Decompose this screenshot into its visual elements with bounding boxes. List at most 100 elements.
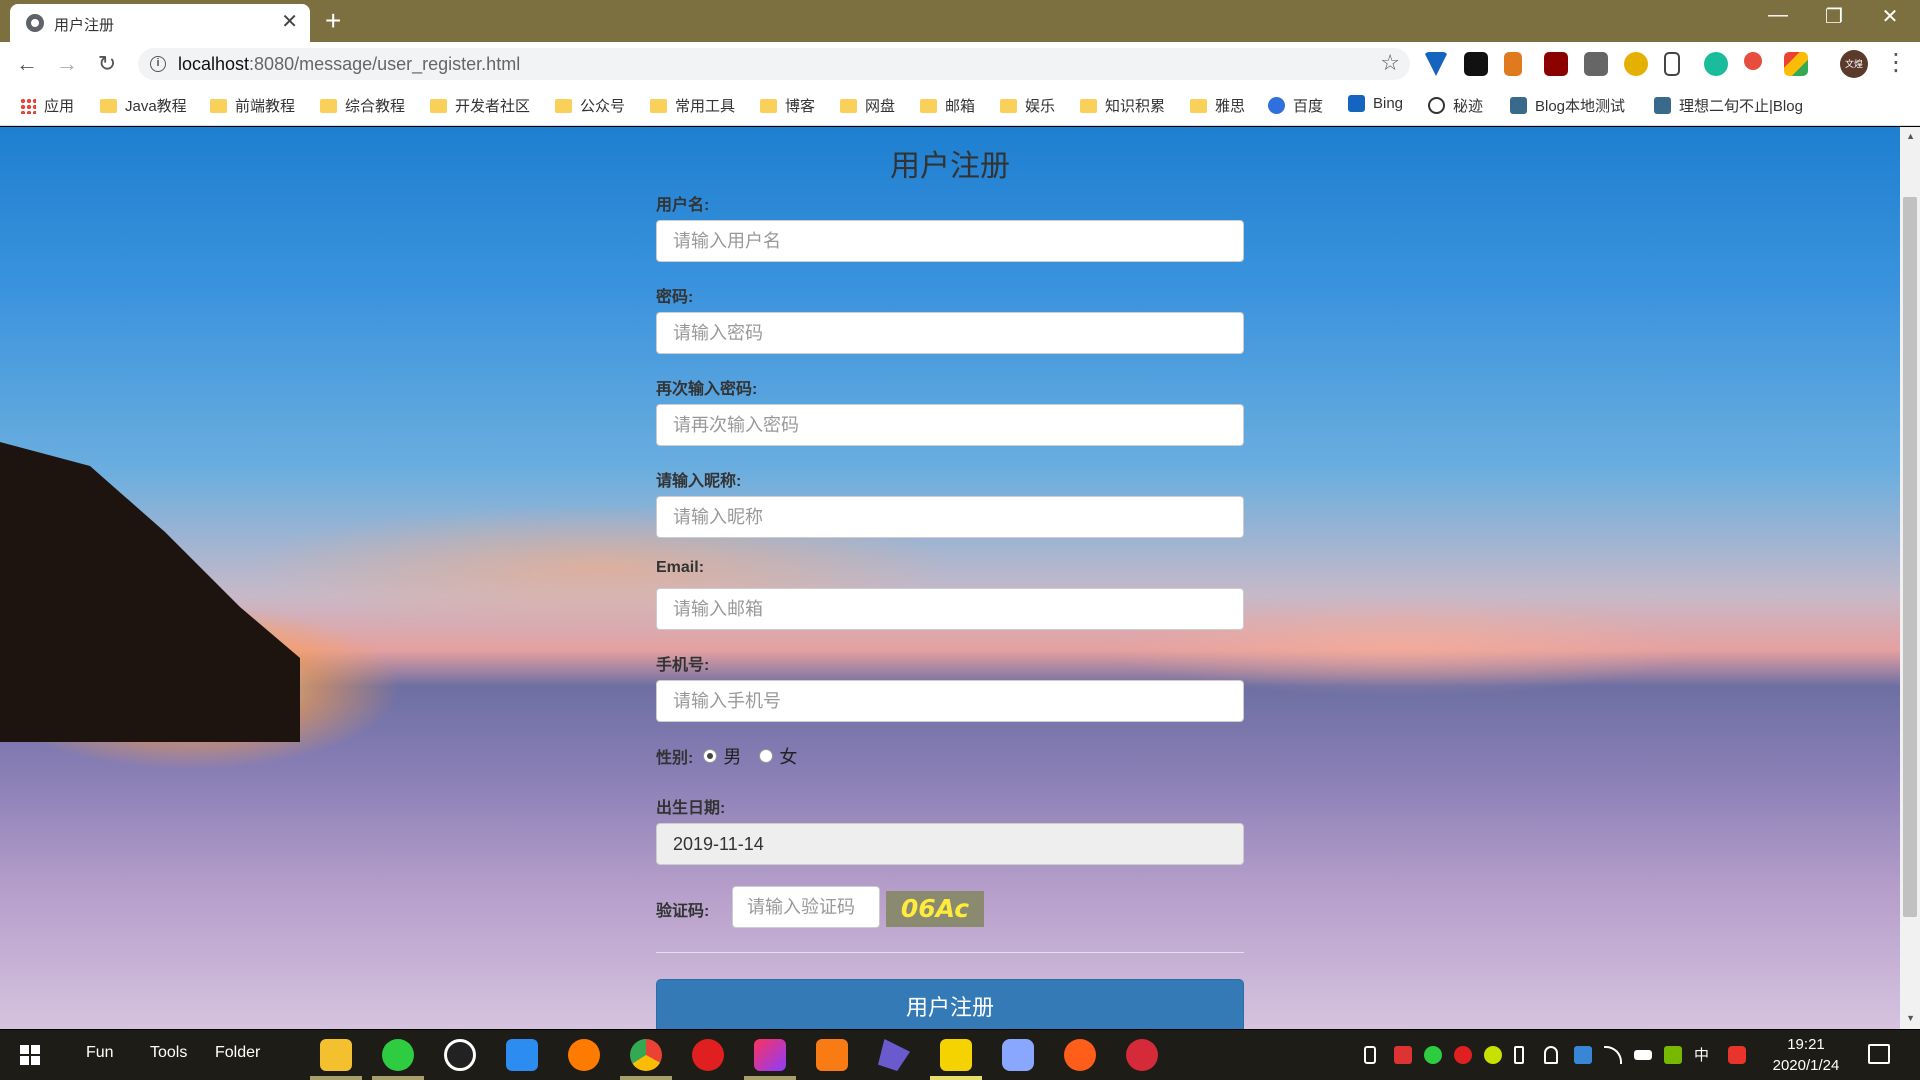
captcha-image[interactable]: 06Ac [886,891,984,927]
gender-female-radio[interactable] [759,749,774,763]
star-app-icon[interactable] [506,1039,538,1071]
scroll-up-icon[interactable]: ▲ [1906,131,1915,141]
password-confirm-input[interactable] [656,404,1244,446]
password-input[interactable] [656,312,1244,354]
taskbar-toolbar-fun[interactable]: Fun [86,1044,114,1062]
extension-m-icon[interactable] [1704,52,1728,76]
netease-music-icon[interactable] [692,1039,724,1071]
bookmark-item[interactable]: 娱乐 [1000,95,1055,116]
url-text[interactable]: localhost:8080/message/user_register.htm… [178,54,520,75]
scrollbar[interactable]: ▲ ▼ [1900,127,1920,1029]
bookmark-item[interactable]: 前端教程 [210,95,295,116]
ublock-icon[interactable] [1544,52,1568,76]
wechat-icon[interactable] [382,1039,414,1071]
bookmark-item[interactable]: 知识积累 [1080,95,1165,116]
bookmark-item[interactable]: 综合教程 [320,95,405,116]
datagrip-icon[interactable] [878,1039,910,1071]
register-submit-button[interactable]: 用户注册 [656,979,1244,1029]
tray-music-icon[interactable] [1454,1046,1472,1064]
username-label: 用户名: [656,197,710,214]
gender-female-label[interactable]: 女 [779,743,797,769]
clock-date: 2020/1/24 [1772,1057,1840,1074]
phone-input[interactable] [656,680,1244,722]
restore-icon[interactable]: ❐ [1814,4,1854,29]
clock-time: 19:21 [1787,1036,1825,1053]
bookmark-item[interactable]: 百度 [1268,95,1323,116]
ime-indicator[interactable]: 中 [1694,1044,1709,1065]
bookmark-item[interactable]: 邮箱 [920,95,975,116]
bookmark-item[interactable]: 公众号 [555,95,625,116]
bookmark-apps[interactable]: 应用 [20,95,74,116]
bookmark-item[interactable]: Blog本地测试 [1510,95,1625,116]
download-extension-icon[interactable] [1584,52,1608,76]
firefox-dev-icon[interactable] [1064,1039,1096,1071]
nickname-input[interactable] [656,496,1244,538]
minimize-icon[interactable]: — [1758,4,1798,27]
bookmark-item[interactable]: 开发者社区 [430,95,530,116]
back-arrow-icon[interactable]: ← [12,50,42,78]
scrollbar-thumb[interactable] [1903,197,1917,917]
tab-close-icon[interactable]: ✕ [281,11,298,33]
tray-wechat-icon[interactable] [1424,1046,1442,1064]
gender-male-radio[interactable] [703,749,718,763]
site-info-icon[interactable]: i [150,56,166,72]
extension-java-icon[interactable] [1504,52,1522,76]
system-clock[interactable]: 19:21 2020/1/24 [1756,1034,1856,1076]
xiu-app-icon[interactable] [1126,1039,1158,1071]
sogou-input-icon[interactable] [1728,1046,1746,1064]
bookmark-item[interactable]: 秘迹 [1428,95,1483,116]
tray-plus-icon[interactable] [1484,1046,1502,1064]
bookmark-item[interactable]: 理想二旬不止|Blog [1654,95,1803,116]
sublime-icon[interactable] [816,1039,848,1071]
username-input[interactable] [656,220,1244,262]
nvidia-icon[interactable] [1664,1046,1682,1064]
firefox-icon[interactable] [568,1039,600,1071]
new-tab-button[interactable]: + [325,5,341,37]
file-explorer-icon[interactable] [320,1039,352,1071]
tray-bookmark-icon[interactable] [1364,1046,1376,1064]
action-center-icon[interactable] [1868,1044,1890,1064]
profile-avatar[interactable]: 文煌 [1840,50,1868,78]
close-window-icon[interactable]: ✕ [1870,4,1910,29]
extension-color-icon[interactable] [1784,52,1808,76]
bookmarks-bar: 应用 Java教程 前端教程 综合教程 开发者社区 公众号 常用工具 博客 网盘… [0,86,1920,126]
page-viewport: 用户注册 用户名: 密码: 再次输入密码: 请输入昵称: Email: 手机号:… [0,127,1920,1029]
wifi-icon[interactable] [1604,1046,1622,1064]
bookmark-item[interactable]: Java教程 [100,95,187,116]
extension-shield-icon[interactable] [1624,52,1648,76]
notification-bell-icon[interactable] [1544,1046,1558,1064]
captcha-input[interactable] [732,886,880,928]
cube-app-icon[interactable] [1002,1039,1034,1071]
battery-icon[interactable] [1634,1050,1652,1060]
birthday-input[interactable] [656,823,1244,865]
extension-eyes-icon[interactable] [1464,52,1488,76]
volume-icon[interactable] [1514,1046,1524,1064]
menu-dots-icon[interactable]: ⋮ [1884,48,1908,77]
active-indicator [930,1076,982,1080]
taskbar-toolbar-tools[interactable]: Tools [150,1044,187,1062]
bookmark-item[interactable]: 常用工具 [650,95,735,116]
bookmark-extension-icon[interactable] [1664,52,1680,76]
taskbar-toolbar-folder[interactable]: Folder [215,1044,260,1062]
tray-security-icon[interactable] [1394,1046,1412,1064]
address-bar[interactable]: i localhost:8080/message/user_register.h… [138,48,1410,80]
windows-start-icon[interactable] [20,1045,40,1065]
monitor-app-icon[interactable] [940,1039,972,1071]
tray-app-icon[interactable] [1574,1046,1592,1064]
reload-icon[interactable]: ↻ [92,50,122,78]
gender-male-label[interactable]: 男 [723,743,741,769]
bookmark-star-icon[interactable]: ☆ [1380,50,1400,76]
qq-icon[interactable] [444,1039,476,1071]
bookmark-item[interactable]: 网盘 [840,95,895,116]
browser-tab[interactable]: 用户注册 ✕ [10,4,310,42]
chrome-icon[interactable] [630,1039,662,1071]
extension-v-icon[interactable] [1424,52,1448,76]
bookmark-item[interactable]: 博客 [760,95,815,116]
scroll-down-icon[interactable]: ▼ [1906,1013,1915,1023]
email-input[interactable] [656,588,1244,630]
forward-arrow-icon[interactable]: → [52,50,82,78]
intellij-icon[interactable] [754,1039,786,1071]
bookmark-item[interactable]: Bing [1348,95,1403,112]
bookmark-item[interactable]: 雅思 [1190,95,1245,116]
extension-share-icon[interactable] [1744,52,1762,70]
